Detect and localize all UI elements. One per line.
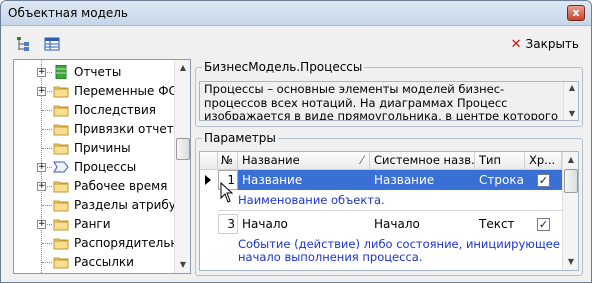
expand-plus-icon[interactable]: + <box>37 68 46 77</box>
col-header-name[interactable]: Название ⁄ <box>238 152 370 170</box>
tree-item-label: Последствия <box>74 103 156 117</box>
row1-name[interactable]: Название <box>242 173 302 187</box>
folder-icon <box>53 84 69 98</box>
row2-sysname[interactable]: Начало <box>374 217 420 231</box>
folder-icon <box>53 179 69 193</box>
object-tree[interactable]: + Отчеты + Переменные ФСА Последствия Привязк… <box>13 59 191 274</box>
row1-type[interactable]: Строка <box>479 173 524 187</box>
sort-indicator-icon: ⁄ <box>361 153 363 167</box>
row2-name[interactable]: Начало <box>242 217 288 231</box>
tree-vertical-scrollbar[interactable]: ▲ ▼ <box>174 60 190 273</box>
tree-item[interactable]: Распорядительны <box>14 233 174 253</box>
folder-icon <box>53 217 69 231</box>
tree-item-label: Рабочее время <box>74 179 168 193</box>
current-row-arrow-icon <box>205 175 211 185</box>
table-green-icon <box>53 64 69 80</box>
expand-plus-icon[interactable]: + <box>37 220 46 229</box>
close-button[interactable]: ✕ Закрыть <box>511 35 579 53</box>
scroll-down-icon[interactable]: ▼ <box>175 257 190 273</box>
grid-vertical-scrollbar[interactable]: ▲ ▼ <box>562 152 578 270</box>
row1-sysname[interactable]: Название <box>374 173 434 187</box>
tree-item-label: Распорядительны <box>74 236 174 250</box>
title-bar: Объектная модель x <box>1 1 591 26</box>
folder-icon <box>53 255 69 269</box>
tree-item-label: Переменные ФСА <box>74 84 174 98</box>
parameters-grid[interactable]: № Название ⁄ Системное назв... Тип Хр...… <box>199 151 579 271</box>
tree-item[interactable]: + Отчеты <box>14 62 174 82</box>
row2-number[interactable]: 3 <box>218 214 238 234</box>
expand-plus-icon[interactable]: + <box>37 163 46 172</box>
row2-type[interactable]: Текст <box>479 217 515 231</box>
mouse-cursor-icon <box>220 182 234 203</box>
window-title: Объектная модель <box>8 6 128 20</box>
tree-item-label: Причины <box>74 141 131 155</box>
tree-item[interactable]: + Рабочее время <box>14 176 174 196</box>
folder-icon <box>53 103 69 117</box>
folder-icon <box>53 236 69 250</box>
row2-description: Событие (действие) либо состояние, иници… <box>238 237 560 264</box>
row1-stored-checkbox[interactable]: ✓ <box>537 174 550 187</box>
close-button-label: Закрыть <box>525 37 579 51</box>
scroll-up-icon[interactable]: ▲ <box>175 60 190 76</box>
col-header-stored[interactable]: Хр... <box>525 152 562 170</box>
tree-item-label: Ранги <box>74 217 111 231</box>
expand-plus-icon[interactable]: + <box>37 87 46 96</box>
tree-item[interactable]: Последствия <box>14 100 174 120</box>
process-arrow-icon <box>53 160 69 174</box>
col-header-num[interactable]: № <box>218 152 238 170</box>
col-header-sysname[interactable]: Системное назв... <box>370 152 475 170</box>
scroll-thumb[interactable] <box>564 169 578 193</box>
folder-icon <box>53 141 69 155</box>
scroll-up-icon[interactable]: ▲ <box>563 152 578 168</box>
description-scrollbar[interactable]: ▲ ▼ <box>563 82 578 120</box>
row-header-corner <box>200 152 218 170</box>
folder-icon <box>53 122 69 136</box>
tree-item-label: Разделы атрибутов <box>74 198 174 212</box>
tree-item-label: Рассылки <box>74 255 134 269</box>
table-view-icon[interactable] <box>44 36 60 52</box>
object-model-window: Объектная модель x ✕ Закрыть + Отчеты + Пер… <box>0 0 592 283</box>
tree-item-label: Отчеты <box>74 65 122 79</box>
col-header-type[interactable]: Тип <box>475 152 525 170</box>
description-group-title: БизнесМодель.Процессы <box>202 60 365 74</box>
tree-item[interactable]: Разделы атрибутов <box>14 195 174 215</box>
tree-item[interactable]: + Ранги <box>14 214 174 234</box>
scroll-thumb[interactable] <box>176 138 190 160</box>
scroll-down-icon[interactable]: ▼ <box>563 254 578 270</box>
window-close-button[interactable]: x <box>567 5 585 21</box>
row1-description: Наименование объекта. <box>238 193 385 207</box>
scroll-down-icon[interactable]: ▼ <box>564 108 578 120</box>
tree-item-label: Привязки отчетов <box>74 122 174 136</box>
parameters-group-title: Параметры <box>202 131 278 145</box>
tree-item-label: Процессы <box>74 160 137 174</box>
tree-item[interactable]: Привязки отчетов <box>14 119 174 139</box>
tree-item[interactable]: + Переменные ФСА <box>14 81 174 101</box>
tree-item[interactable]: Причины <box>14 138 174 158</box>
expand-plus-icon[interactable]: + <box>37 182 46 191</box>
close-x-icon: ✕ <box>510 36 522 52</box>
row2-stored-checkbox[interactable]: ✓ <box>537 218 550 231</box>
tree-item[interactable]: Рассылки <box>14 252 174 272</box>
folder-icon <box>53 198 69 212</box>
scroll-up-icon[interactable]: ▲ <box>564 82 578 94</box>
description-text: Процессы – основные элементы моделей биз… <box>204 82 558 121</box>
tree-item[interactable]: + Процессы <box>14 157 174 177</box>
description-box: Процессы – основные элементы моделей биз… <box>199 81 579 121</box>
toolbar: ✕ Закрыть <box>1 27 591 59</box>
tree-view-icon[interactable] <box>15 36 31 52</box>
